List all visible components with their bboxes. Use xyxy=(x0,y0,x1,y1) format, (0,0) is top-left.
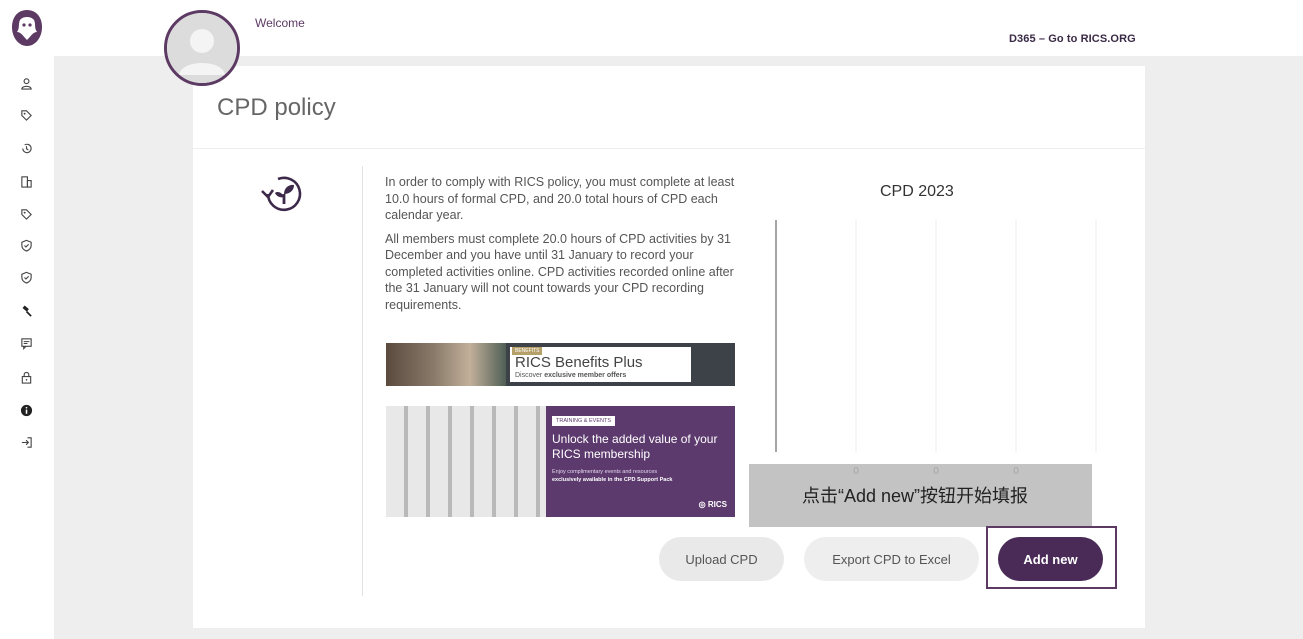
tag-icon[interactable] xyxy=(17,205,35,223)
banner-card: BENEFITS RICS Benefits Plus Discover exc… xyxy=(510,347,691,382)
banner-subtitle-bold: exclusive member offers xyxy=(544,372,627,379)
rics-logo-mark: ◎ xyxy=(698,500,706,509)
rics-lion-logo-icon[interactable] xyxy=(8,8,46,48)
building-icon[interactable] xyxy=(17,172,35,190)
banner-subtitle: Discover exclusive member offers xyxy=(515,372,626,379)
cpd-growth-icon xyxy=(261,176,302,212)
banner-title: RICS Benefits Plus xyxy=(515,354,643,371)
title-card: CPD policy xyxy=(193,66,1145,148)
info-icon[interactable] xyxy=(17,401,35,419)
banner-subtitle-line-1: Enjoy complimentary events and resources xyxy=(552,469,658,475)
shield-check-icon[interactable] xyxy=(17,268,35,286)
shield-check-icon[interactable] xyxy=(17,236,35,254)
banner-subtitle: Enjoy complimentary events and resources… xyxy=(552,468,727,484)
benefits-plus-banner[interactable]: BENEFITS RICS Benefits Plus Discover exc… xyxy=(386,343,735,386)
message-icon[interactable] xyxy=(17,334,35,352)
gavel-icon[interactable] xyxy=(17,302,35,320)
banner-photo xyxy=(386,343,506,386)
banner-title: Unlock the added value of your RICS memb… xyxy=(552,432,718,461)
page-title: CPD policy xyxy=(217,94,336,121)
policy-paragraph-2: All members must complete 20.0 hours of … xyxy=(385,231,734,312)
tag-icon[interactable] xyxy=(17,106,35,124)
banner-tag: TRAINING & EVENTS xyxy=(552,416,616,426)
training-events-banner[interactable]: TRAINING & EVENTS Unlock the added value… xyxy=(386,406,735,517)
upload-cpd-button[interactable]: Upload CPD xyxy=(659,537,784,581)
sidebar xyxy=(0,0,54,639)
policy-text: In order to comply with RICS policy, you… xyxy=(385,174,735,320)
add-new-highlight xyxy=(986,526,1117,589)
cpd-chart: 000 xyxy=(775,220,1097,477)
banner-subtitle-line-2: exclusively available in the CPD Support… xyxy=(552,477,673,483)
welcome-text: Welcome xyxy=(255,16,305,30)
d365-link[interactable]: D365 – Go to RICS.ORG xyxy=(1009,33,1136,45)
sign-out-icon[interactable] xyxy=(17,433,35,451)
export-cpd-button[interactable]: Export CPD to Excel xyxy=(804,537,979,581)
lock-icon[interactable] xyxy=(17,368,35,386)
instruction-text: 点击“Add new”按钮开始填报 xyxy=(802,486,1029,506)
banner-purple-panel: TRAINING & EVENTS Unlock the added value… xyxy=(546,406,735,517)
chart-title: CPD 2023 xyxy=(880,183,954,200)
user-icon[interactable] xyxy=(17,74,35,92)
top-bar xyxy=(54,0,1303,56)
policy-paragraph-1: In order to comply with RICS policy, you… xyxy=(385,175,735,222)
rics-logo-text: RICS xyxy=(707,500,727,509)
avatar[interactable] xyxy=(164,10,240,86)
column-divider xyxy=(362,166,363,596)
history-icon[interactable] xyxy=(17,139,35,157)
banner-subtitle-prefix: Discover xyxy=(515,372,543,379)
rics-logo: ◎ RICS xyxy=(699,500,727,509)
banner-building-photo xyxy=(386,406,546,517)
